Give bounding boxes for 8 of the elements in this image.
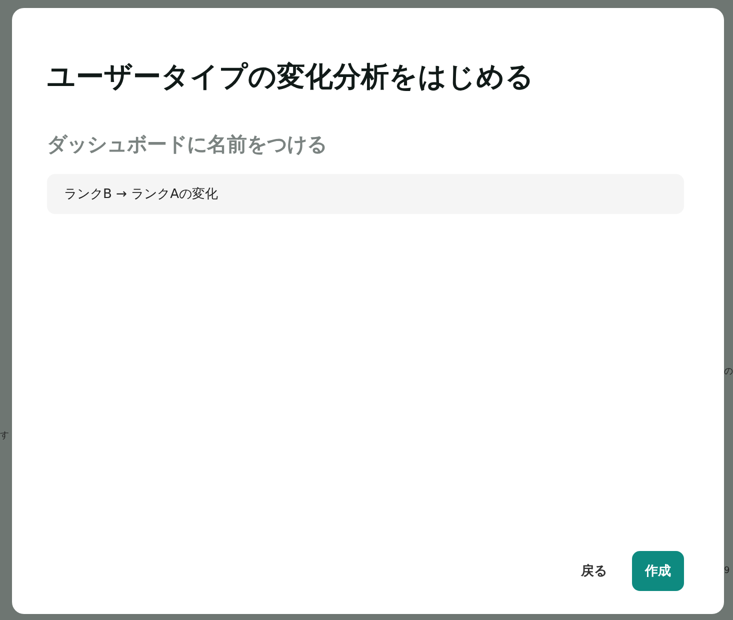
section-heading: ダッシュボードに名前をつける	[47, 132, 328, 156]
name-input-field[interactable]: ランクB → ランクAの変化	[47, 174, 684, 214]
background-text: す	[0, 432, 9, 440]
background-text: 9	[724, 567, 730, 576]
create-button[interactable]: 作成	[632, 551, 684, 591]
background-text: の	[724, 368, 733, 377]
dialog-title: ユーザータイプの変化分析をはじめる	[47, 60, 535, 94]
back-button[interactable]: 戻る	[568, 551, 620, 591]
